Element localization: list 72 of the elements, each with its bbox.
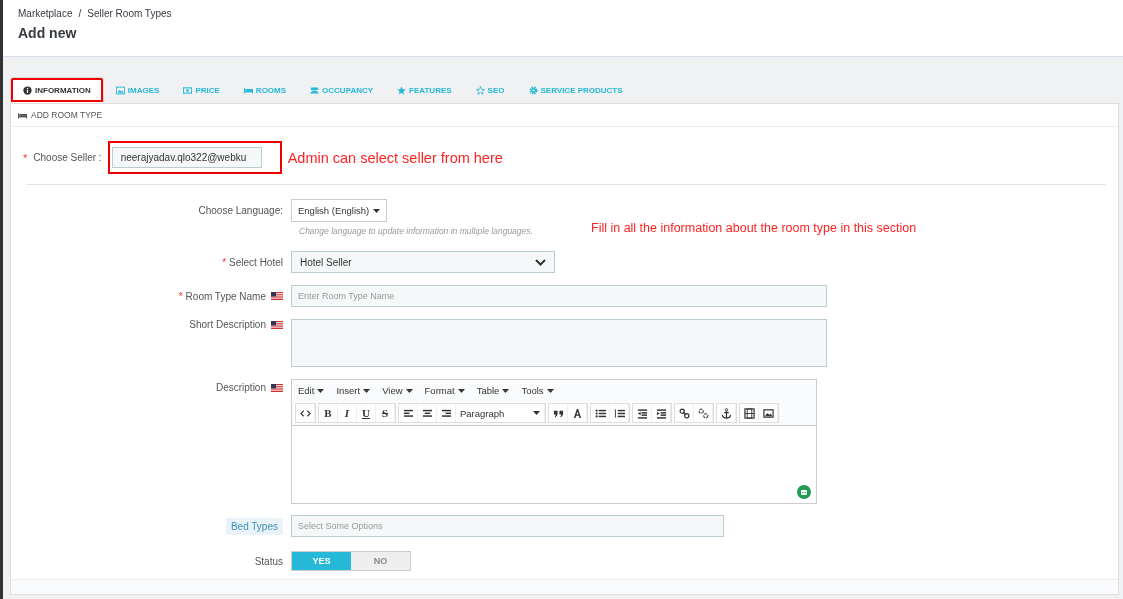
field-label: Select Hotel bbox=[229, 256, 283, 268]
flag-icon bbox=[271, 383, 283, 392]
editor-menu[interactable]: Edit bbox=[298, 385, 325, 396]
quote-icon[interactable] bbox=[549, 404, 568, 422]
image-icon[interactable] bbox=[759, 404, 778, 422]
editor-menu[interactable]: View bbox=[382, 385, 413, 396]
breadcrumb-link[interactable]: Marketplace bbox=[18, 8, 73, 19]
image-icon bbox=[115, 85, 125, 95]
chevron-icon bbox=[535, 258, 546, 266]
tab[interactable]: INFORMATION bbox=[10, 77, 104, 103]
info-icon bbox=[23, 86, 32, 95]
field-label: Short Description bbox=[189, 319, 266, 330]
banknote-icon bbox=[183, 85, 193, 95]
outdent-icon[interactable] bbox=[633, 404, 652, 422]
hotel-select[interactable]: Hotel Seller bbox=[291, 251, 555, 273]
editor-menu[interactable]: Tools bbox=[521, 385, 554, 396]
required-asterisk: * bbox=[222, 256, 227, 268]
people-icon bbox=[310, 85, 320, 95]
editor-menu[interactable]: Insert bbox=[336, 385, 371, 396]
unlink-icon[interactable] bbox=[694, 404, 713, 422]
panel-title: ADD ROOM TYPE bbox=[31, 110, 103, 120]
link-icon[interactable] bbox=[675, 404, 694, 422]
page-title: Add new bbox=[18, 25, 78, 41]
align-right-icon[interactable] bbox=[437, 404, 456, 422]
annotation-text: Fill in all the information about the room type in this section bbox=[591, 221, 917, 235]
help-text: Change language to update information in multiple languages. bbox=[299, 226, 533, 236]
star-outline-icon bbox=[475, 85, 485, 95]
text-color-icon[interactable] bbox=[568, 404, 587, 422]
caret-icon bbox=[405, 388, 413, 393]
format-button[interactable]: S bbox=[376, 404, 395, 422]
flag-icon bbox=[271, 292, 283, 300]
align-left-icon[interactable] bbox=[399, 404, 418, 422]
numbered-list-icon[interactable] bbox=[610, 404, 629, 422]
indent-icon[interactable] bbox=[652, 404, 671, 422]
field-label: Choose Seller : bbox=[33, 152, 102, 163]
gear-icon bbox=[528, 85, 538, 95]
required-asterisk: * bbox=[23, 151, 28, 164]
format-button[interactable]: B bbox=[319, 404, 338, 422]
field-label: Description bbox=[215, 382, 266, 393]
breadcrumb-separator: / bbox=[78, 8, 82, 19]
caret-icon bbox=[546, 388, 554, 393]
align-center-icon[interactable] bbox=[418, 404, 437, 422]
film-icon[interactable] bbox=[740, 404, 759, 422]
bed-icon bbox=[243, 85, 253, 95]
caret-icon bbox=[533, 411, 540, 415]
seller-select[interactable]: neerajyadav.qlo322@webku bbox=[111, 147, 262, 168]
flag-icon bbox=[271, 320, 283, 329]
editor-menu[interactable]: Format bbox=[424, 385, 465, 396]
caret-icon bbox=[502, 388, 510, 393]
field-label: Bed Types bbox=[225, 517, 283, 535]
bullet-list-icon[interactable] bbox=[591, 404, 610, 422]
bed-icon bbox=[17, 110, 28, 120]
format-button[interactable]: I bbox=[338, 404, 357, 422]
star-icon bbox=[397, 85, 407, 95]
field-label: Status bbox=[254, 555, 283, 567]
caret-icon bbox=[457, 388, 465, 393]
robot-icon[interactable] bbox=[797, 485, 811, 499]
caret-icon bbox=[373, 208, 381, 213]
paragraph-dropdown[interactable]: Paragraph bbox=[456, 404, 545, 422]
caret-icon bbox=[317, 388, 325, 393]
rich-text-editor[interactable]: Edit Insert View Format Table Tools B I U S Paragraph bbox=[291, 379, 817, 504]
anchor-icon[interactable] bbox=[717, 404, 736, 422]
caret-icon bbox=[363, 388, 371, 393]
breadcrumb-link[interactable]: Seller Room Types bbox=[87, 8, 172, 19]
field-label: Room Type Name bbox=[185, 290, 266, 302]
editor-menu[interactable]: Table bbox=[476, 385, 510, 396]
format-button[interactable]: U bbox=[357, 404, 376, 422]
code-icon[interactable] bbox=[296, 404, 315, 422]
language-dropdown[interactable]: English (English) bbox=[291, 199, 388, 222]
field-label: Choose Language: bbox=[198, 205, 283, 216]
required-asterisk: * bbox=[178, 290, 183, 302]
annotation-text: Admin can select seller from here bbox=[287, 149, 503, 166]
